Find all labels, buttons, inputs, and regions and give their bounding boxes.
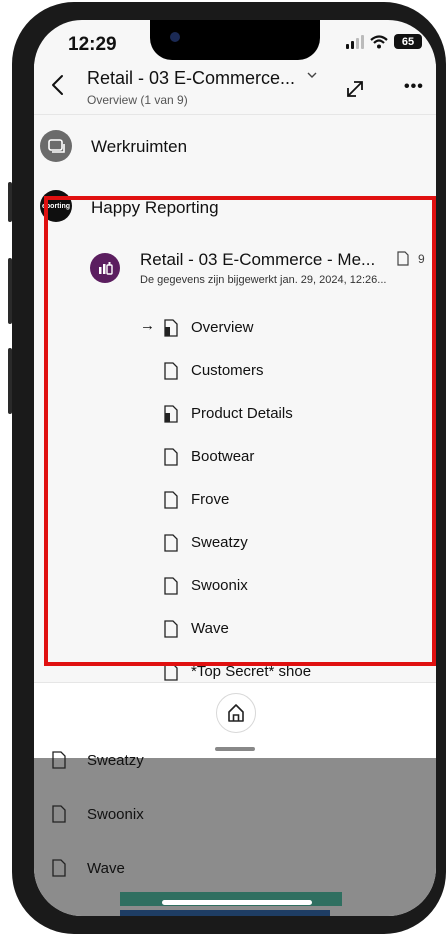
- background-page-label: Sweatzy: [87, 752, 144, 769]
- page-icon: [52, 751, 66, 769]
- home-button[interactable]: [216, 693, 256, 733]
- background-page-label: Wave: [87, 860, 125, 877]
- status-icons: 65: [346, 34, 422, 49]
- camera-icon: [170, 32, 180, 42]
- more-options-icon[interactable]: •••: [404, 78, 424, 96]
- notch: [150, 20, 320, 60]
- nav-item-werkruimten[interactable]: Werkruimten: [34, 116, 436, 176]
- battery-icon: 65: [394, 34, 422, 49]
- expand-icon[interactable]: [344, 78, 366, 100]
- background-page-list: Sweatzy Swoonix Wave: [34, 751, 436, 916]
- page-icon: [52, 859, 66, 877]
- background-page-item: Swoonix: [34, 790, 436, 840]
- highlight-box: [44, 196, 436, 666]
- chevron-down-icon[interactable]: [306, 70, 318, 80]
- status-time: 12:29: [68, 34, 117, 55]
- home-icon: [228, 704, 244, 722]
- background-page-item: Wave: [34, 844, 436, 894]
- background-page-item: Sweatzy: [34, 736, 436, 786]
- signal-icon: [346, 34, 364, 49]
- wifi-icon: [370, 34, 388, 48]
- phone-frame: 12:29 65 Retail - 03 E-Commerce... Overv…: [0, 0, 448, 940]
- background-page-label: Swoonix: [87, 806, 144, 823]
- report-header: Retail - 03 E-Commerce... Overview (1 va…: [34, 64, 436, 115]
- background-chart-bar: [120, 910, 330, 916]
- workspaces-icon: [40, 130, 72, 162]
- nav-item-label: Werkruimten: [91, 137, 188, 156]
- back-icon[interactable]: [48, 72, 68, 98]
- page-icon: [52, 805, 66, 823]
- home-indicator: [162, 900, 312, 905]
- report-title-dropdown[interactable]: Retail - 03 E-Commerce...: [87, 68, 295, 89]
- page-subtitle: Overview (1 van 9): [87, 93, 188, 107]
